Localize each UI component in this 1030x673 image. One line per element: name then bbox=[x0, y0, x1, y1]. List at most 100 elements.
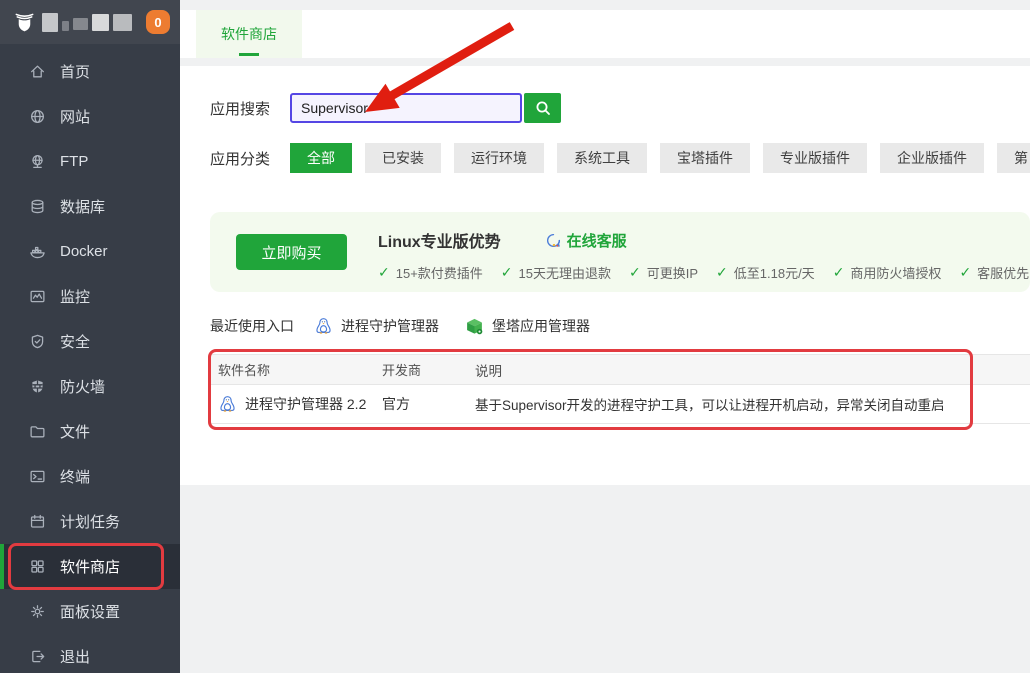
feature-item: 低至1.18元/天 bbox=[716, 263, 815, 282]
online-support-label: 在线客服 bbox=[567, 230, 627, 251]
category-systools[interactable]: 系统工具 bbox=[557, 143, 647, 173]
main-area: 软件商店 应用搜索 应用分类 全部 已安装 运行环境 系 bbox=[180, 0, 1030, 673]
sidebar-item-files[interactable]: 文件 bbox=[0, 409, 180, 454]
table-header: 软件名称 开发商 说明 bbox=[210, 354, 1030, 385]
recent-label: 最近使用入口 bbox=[210, 316, 294, 336]
category-label: 应用分类 bbox=[210, 148, 290, 169]
sidebar-item-settings[interactable]: 面板设置 bbox=[0, 589, 180, 634]
folder-icon bbox=[29, 423, 46, 440]
feature-item: 商用防火墙授权 bbox=[833, 263, 942, 282]
logout-icon bbox=[29, 648, 46, 665]
sidebar-item-label: 首页 bbox=[60, 61, 90, 82]
search-label: 应用搜索 bbox=[210, 98, 290, 119]
banner-features: 15+款付费插件 15天无理由退款 可更换IP 低至1.18元/天 商用防火墙授… bbox=[378, 263, 1030, 282]
buy-now-button[interactable]: 立即购买 bbox=[236, 234, 347, 270]
category-pro-plugins[interactable]: 专业版插件 bbox=[763, 143, 867, 173]
sidebar-item-label: 监控 bbox=[60, 286, 90, 307]
notification-badge[interactable]: 0 bbox=[146, 10, 170, 34]
banner-title: Linux专业版优势 bbox=[378, 228, 501, 252]
sidebar-item-monitor[interactable]: 监控 bbox=[0, 274, 180, 319]
sidebar-item-docker[interactable]: Docker bbox=[0, 229, 180, 274]
sidebar-item-appstore[interactable]: 软件商店 bbox=[0, 544, 180, 589]
sidebar-item-label: 防火墙 bbox=[60, 376, 105, 397]
tux-icon bbox=[314, 317, 333, 336]
search-input[interactable] bbox=[290, 93, 522, 123]
sidebar-item-website[interactable]: 网站 bbox=[0, 94, 180, 139]
sidebar-item-home[interactable]: 首页 bbox=[0, 49, 180, 94]
security-shield-icon bbox=[29, 333, 46, 350]
recent-item-supervisor[interactable]: 进程守护管理器 bbox=[314, 316, 439, 336]
sidebar-item-label: 网站 bbox=[60, 106, 90, 127]
monitor-icon bbox=[29, 288, 46, 305]
sidebar-item-label: Docker bbox=[60, 243, 108, 260]
feature-item: 15天无理由退款 bbox=[501, 263, 611, 282]
category-bt-plugins[interactable]: 宝塔插件 bbox=[660, 143, 750, 173]
calendar-icon bbox=[29, 513, 46, 530]
appstore-panel: 应用搜索 应用分类 全部 已安装 运行环境 系统工具 宝塔插件 专业版插件 bbox=[180, 66, 1030, 485]
sidebar: 0 首页 网站 FTP 数据库 Docker bbox=[0, 0, 180, 673]
docker-icon bbox=[29, 243, 46, 260]
sidebar-item-label: 退出 bbox=[60, 646, 90, 667]
sidebar-item-label: 计划任务 bbox=[60, 511, 120, 532]
feature-item: 15+款付费插件 bbox=[378, 263, 483, 282]
cube-icon bbox=[465, 317, 484, 336]
category-thirdparty[interactable]: 第 bbox=[997, 143, 1030, 173]
category-runtime[interactable]: 运行环境 bbox=[454, 143, 544, 173]
globe-icon bbox=[29, 108, 46, 125]
feature-item: 可更换IP bbox=[629, 263, 698, 282]
recent-used-row: 最近使用入口 进程守护管理器 bbox=[210, 315, 1030, 337]
app-header: 0 bbox=[0, 0, 180, 44]
tab-bar: 软件商店 bbox=[180, 10, 1030, 58]
sidebar-item-firewall[interactable]: 防火墙 bbox=[0, 364, 180, 409]
category-row: 应用分类 全部 已安装 运行环境 系统工具 宝塔插件 专业版插件 企业版插件 第 bbox=[210, 143, 1030, 173]
software-vendor: 官方 bbox=[374, 394, 467, 414]
terminal-icon bbox=[29, 468, 46, 485]
database-icon bbox=[29, 198, 46, 215]
sidebar-item-ftp[interactable]: FTP bbox=[0, 139, 180, 184]
software-name-cell[interactable]: 进程守护管理器 2.2 bbox=[210, 394, 374, 414]
sidebar-item-terminal[interactable]: 终端 bbox=[0, 454, 180, 499]
sidebar-item-cron[interactable]: 计划任务 bbox=[0, 499, 180, 544]
bt-shield-logo bbox=[12, 10, 37, 35]
sidebar-item-label: 终端 bbox=[60, 466, 90, 487]
sidebar-item-label: 安全 bbox=[60, 331, 90, 352]
search-icon bbox=[535, 100, 551, 116]
software-description: 基于Supervisor开发的进程守护工具，可以让进程开机启动，异常关闭自动重启 bbox=[467, 394, 1030, 414]
feature-item: 客服优先 bbox=[959, 263, 1029, 282]
sidebar-item-label: 文件 bbox=[60, 421, 90, 442]
ftp-icon bbox=[29, 153, 46, 170]
screen: 0 首页 网站 FTP 数据库 Docker bbox=[0, 0, 1030, 673]
category-installed[interactable]: 已安装 bbox=[365, 143, 441, 173]
sidebar-item-label: 面板设置 bbox=[60, 601, 120, 622]
col-desc-header: 说明 bbox=[467, 360, 1030, 380]
search-button[interactable] bbox=[524, 93, 561, 123]
firewall-shield-icon bbox=[29, 378, 46, 395]
search-row: 应用搜索 bbox=[210, 66, 1030, 123]
pro-promo-banner: 立即购买 Linux专业版优势 在线客服 bbox=[210, 212, 1030, 292]
software-name: 进程守护管理器 2.2 bbox=[245, 394, 366, 414]
sidebar-item-security[interactable]: 安全 bbox=[0, 319, 180, 364]
tux-icon bbox=[218, 395, 237, 414]
sidebar-item-logout[interactable]: 退出 bbox=[0, 634, 180, 673]
table-row: 进程守护管理器 2.2 官方 基于Supervisor开发的进程守护工具，可以让… bbox=[210, 385, 1030, 424]
sidebar-menu: 首页 网站 FTP 数据库 Docker 监控 bbox=[0, 44, 180, 673]
tab-appstore[interactable]: 软件商店 bbox=[196, 10, 302, 58]
chat-bubble-icon bbox=[545, 232, 562, 249]
col-name-header: 软件名称 bbox=[210, 360, 374, 379]
sidebar-item-label: 软件商店 bbox=[60, 556, 120, 577]
online-support-link[interactable]: 在线客服 bbox=[545, 230, 627, 251]
home-icon bbox=[29, 63, 46, 80]
software-table: 软件名称 开发商 说明 bbox=[210, 354, 1030, 424]
recent-item-btapp[interactable]: 堡塔应用管理器 bbox=[465, 316, 590, 336]
recent-item-label: 进程守护管理器 bbox=[341, 316, 439, 336]
col-vendor-header: 开发商 bbox=[374, 360, 467, 379]
gear-icon bbox=[29, 603, 46, 620]
category-ent-plugins[interactable]: 企业版插件 bbox=[880, 143, 984, 173]
redacted-server-name bbox=[42, 13, 132, 32]
category-all[interactable]: 全部 bbox=[290, 143, 352, 173]
grid-icon bbox=[29, 558, 46, 575]
recent-item-label: 堡塔应用管理器 bbox=[492, 316, 590, 336]
sidebar-item-database[interactable]: 数据库 bbox=[0, 184, 180, 229]
sidebar-item-label: FTP bbox=[60, 153, 88, 170]
sidebar-item-label: 数据库 bbox=[60, 196, 105, 217]
